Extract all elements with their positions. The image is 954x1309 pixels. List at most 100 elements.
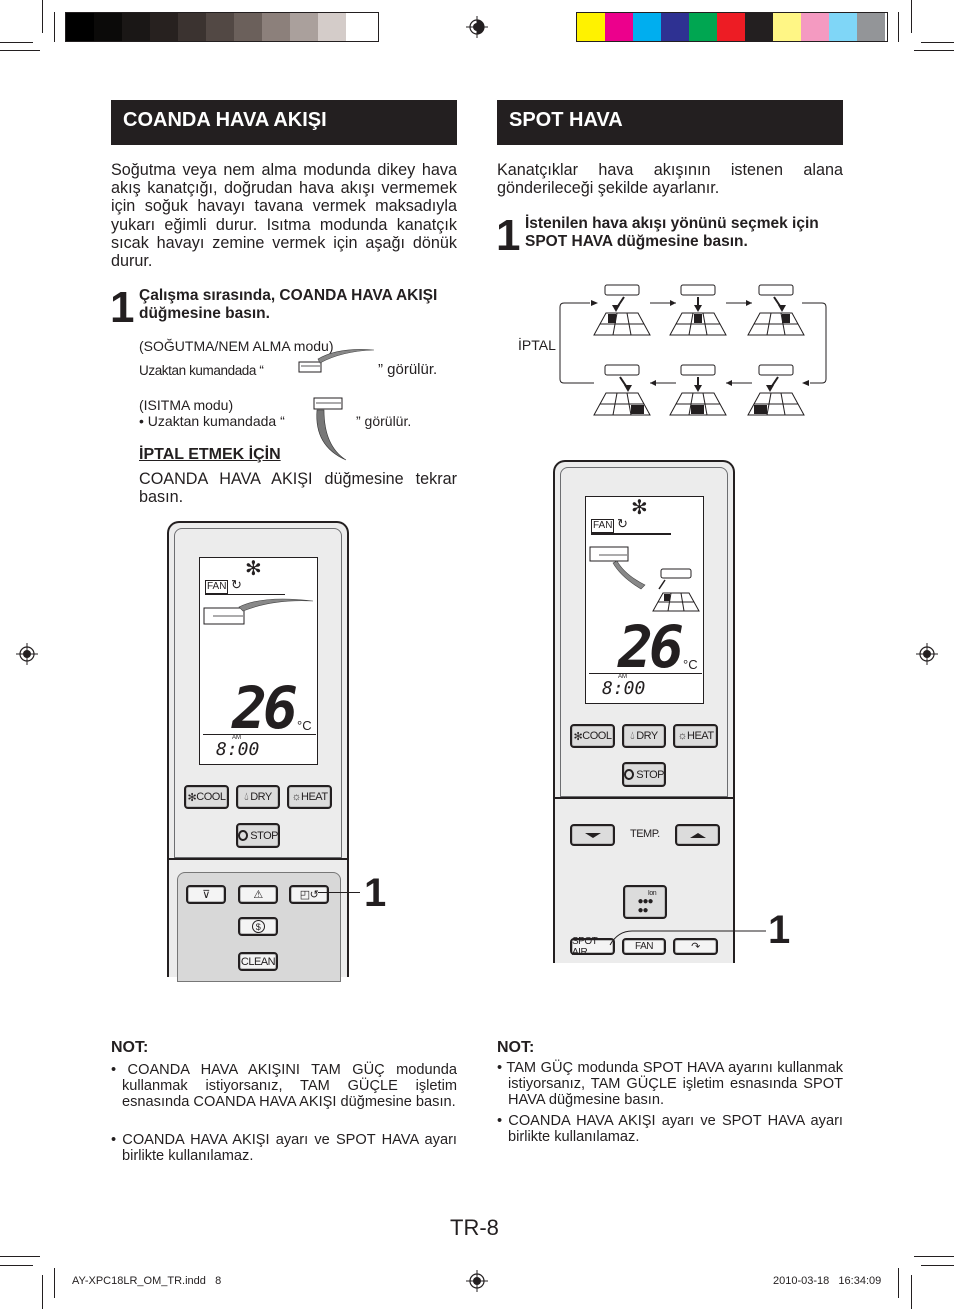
heat-mode-label: (ISITMA modu) [139,397,234,413]
snowflake-icon: ✻ [187,791,197,804]
crop-mark [42,0,43,33]
stop-button[interactable]: STOP [236,823,280,848]
crop-mark [42,1275,43,1309]
dry-button[interactable]: 💧︎ DRY [622,724,666,748]
color-swatch [605,13,633,41]
fan-mode-button[interactable]: ⚠︎ [238,885,278,904]
crop-mark [911,0,912,33]
cool-button[interactable]: ✻ COOL [570,724,615,748]
temperature-readout: 26 [232,674,298,742]
cool-mode-line-b: ” görülür. [378,361,438,378]
lcd-display: ✻ FAN ↻ 26 °C AM 8:00 [585,496,704,704]
print-timestamp: 2010-03-18 16:34:09 [773,1275,882,1287]
color-swatch [318,13,346,41]
cool-mode-line-a: Uzaktan kumandada “ [139,363,264,378]
temp-down-button[interactable] [570,824,615,846]
snowflake-icon: ✻ [631,497,648,519]
lcd-divider [591,533,671,535]
callout-number: 1 [364,871,387,915]
registration-mark-icon [466,1270,488,1292]
lcd-divider [589,673,702,674]
color-swatch [801,13,829,41]
temp-label: TEMP. [630,828,660,840]
cool-button[interactable]: ✻ COOL [184,785,229,809]
registration-mark-icon [916,643,938,665]
file-name: AY-XPC18LR_OM_TR.indd 8 [72,1275,222,1287]
plasmacluster-ion-button[interactable]: Ion ●●● ●● [623,885,667,919]
spot-position-bottom-left [593,364,651,416]
cancel-heading: İPTAL ETMEK İÇİN [139,446,281,463]
coanda-heat-airflow-icon [313,397,347,461]
heat-mode-line-a: • Uzaktan kumandada “ [139,413,285,429]
remote-divider [555,797,733,799]
color-swatch [633,13,661,41]
crop-mark [914,50,954,51]
fan-swirl-icon: ↻ [231,577,242,592]
heat-button[interactable]: ☼ HEAT [673,724,718,748]
sun-icon: ☼ [291,791,302,803]
clock-readout: 8:00 [216,739,260,760]
color-swatch [290,13,318,41]
crop-mark [0,50,40,51]
sun-icon: ☼ [677,730,688,742]
crop-mark [0,1265,33,1266]
fan-indicator: FAN [205,580,229,594]
temperature-readout: 26 [618,613,684,681]
page-number: TR-8 [450,1215,499,1240]
color-swatch [206,13,234,41]
color-swatch [94,13,122,41]
cancel-label: İPTAL [518,335,556,355]
stop-button[interactable]: STOP [622,762,666,787]
snowflake-icon: ✻ [245,558,262,580]
dry-button[interactable]: 💧︎ DRY [236,785,280,809]
color-swatch [577,13,605,41]
color-swatch [122,13,150,41]
note-heading: NOT: [497,1039,535,1056]
coanda-airflow-button[interactable]: ◰↺ [289,885,329,904]
ion-dots-icon: ●●● ●● [637,895,653,916]
cancel-text: COANDA HAVA AKIŞI düğmesine tekrar basın… [139,470,457,507]
swing-button[interactable]: ⊽ [186,885,226,904]
spot-airflow-icon [589,546,700,612]
triangle-down-icon [584,832,601,838]
droplet-icon: 💧︎ [244,790,249,803]
coanda-airflow-icon [203,598,314,625]
process-color-bar [576,12,888,42]
spot-cycle-diagram: İPTAL [500,280,840,420]
heat-mode-line-b: ” görülür. [356,413,412,429]
remote-divider [169,858,347,860]
temperature-unit: °C [683,657,698,672]
arrow-head-icon [746,300,752,306]
arrow-head-icon [650,380,656,386]
color-swatch [857,13,885,41]
section-header-spot: SPOT HAVA [497,100,843,145]
color-swatch [745,13,773,41]
color-swatch [150,13,178,41]
arrow-head-icon [802,380,809,386]
crop-mark [898,1268,899,1298]
clean-button[interactable]: CLEAN [238,952,278,971]
power-ring-icon [624,769,635,780]
note-item: • COANDA HAVA AKIŞI ayarı ve SPOT HAVA a… [111,1132,457,1164]
droplet-icon: 💧︎ [630,729,635,742]
eco-button[interactable]: $ [238,917,278,936]
note-item: • COANDA HAVA AKIŞINI TAM GÜÇ modunda ku… [111,1062,457,1110]
coanda-cool-airflow-icon [298,349,375,373]
crop-mark [921,1265,954,1266]
step-number: 1 [110,283,135,332]
grayscale-color-bar [65,12,379,42]
power-ring-icon [238,830,249,841]
coanda-intro-text: Soğutma veya nem alma modunda dikey hava… [111,161,457,271]
temp-up-button[interactable] [675,824,720,846]
heat-button[interactable]: ☼ HEAT [287,785,332,809]
spot-position-bottom-center [669,364,727,416]
crop-mark [914,1256,954,1257]
arrow-head-icon [670,300,676,306]
loop-line-left [559,302,594,384]
registration-mark-icon [16,643,38,665]
note-item: • COANDA HAVA AKIŞI ayarı ve SPOT HAVA a… [497,1113,843,1145]
remote-control-spot: ✻ FAN ↻ 26 °C AM 8:00 ✻ COOL 💧︎ DRY ☼ HEAT … [553,460,735,963]
crop-mark [0,42,33,43]
remote-control-coanda: ✻ FAN ↻ 26 °C AM 8:00 ✻ COOL 💧︎ DRY ☼ HEAT … [167,521,349,982]
registration-mark-icon [466,16,488,38]
